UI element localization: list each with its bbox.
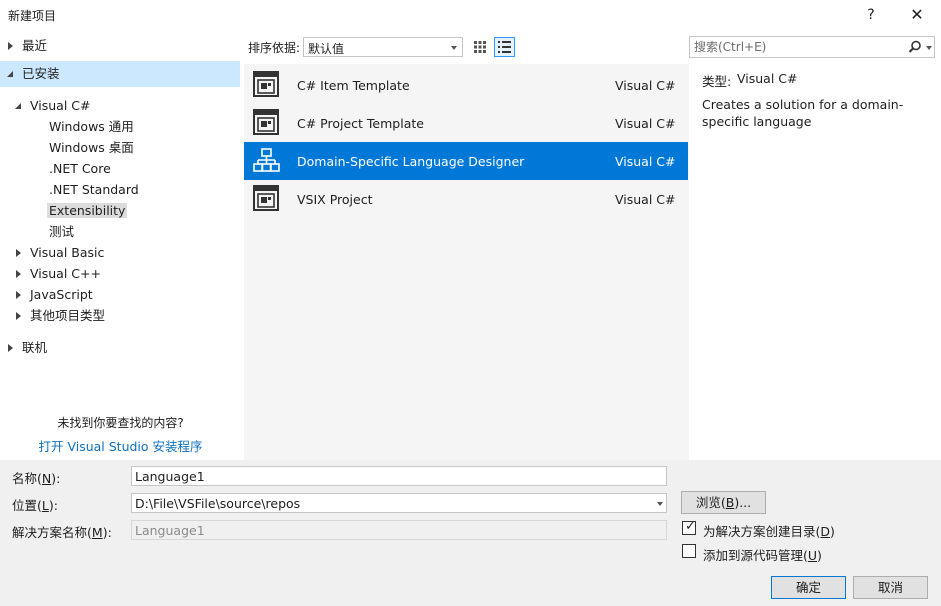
tree-item-windows-desktop[interactable]: Windows 桌面 <box>49 137 134 158</box>
tree-item-label: Windows 通用 <box>49 119 134 134</box>
tree-item-visual-cpp[interactable]: Visual C++ <box>14 263 101 284</box>
chevron-down-icon[interactable] <box>657 502 663 506</box>
template-row-project-template[interactable]: C# Project Template Visual C# <box>244 104 688 142</box>
tree-item-label: .NET Standard <box>49 182 139 197</box>
template-language: Visual C# <box>615 116 676 131</box>
list-view-icon <box>498 41 511 53</box>
template-row-item-template[interactable]: C# Item Template Visual C# <box>244 66 688 104</box>
dialog-title: 新建项目 <box>8 9 57 23</box>
template-tree: 最近 已安装 Visual C# Windows 通用 Windows 桌面 .… <box>0 30 241 460</box>
type-value: Visual C# <box>737 71 798 86</box>
type-label: 类型: <box>702 74 732 89</box>
tree-item-recent[interactable]: 最近 <box>6 35 47 56</box>
tree-item-label: 联机 <box>22 340 48 355</box>
tree-item-online[interactable]: 联机 <box>6 337 47 358</box>
tree-item-label: .NET Core <box>49 161 111 176</box>
list-view-button[interactable] <box>494 37 515 57</box>
checkmark-icon: ✓ <box>685 519 696 534</box>
add-source-control-label: 添加到源代码管理(U) <box>703 548 822 563</box>
tree-item-test[interactable]: 测试 <box>49 221 74 242</box>
chevron-down-icon[interactable] <box>926 46 932 50</box>
tree-item-visual-csharp[interactable]: Visual C# <box>14 95 91 116</box>
expand-arrow-icon[interactable] <box>14 284 24 305</box>
sort-dropdown[interactable]: 默认值 <box>303 37 463 57</box>
search-input[interactable] <box>694 39 894 55</box>
solution-name-label: 解决方案名称(M): <box>12 525 112 540</box>
search-icon[interactable] <box>908 40 922 54</box>
sort-label: 排序依据: <box>248 41 301 55</box>
chevron-down-icon <box>451 46 457 50</box>
add-source-control-checkbox[interactable] <box>682 544 696 558</box>
expand-arrow-icon[interactable] <box>14 263 24 284</box>
tree-item-windows-universal[interactable]: Windows 通用 <box>49 116 134 137</box>
expand-arrow-icon[interactable] <box>6 337 16 358</box>
template-icon <box>253 109 279 135</box>
tree-item-label: 最近 <box>22 38 48 53</box>
location-input[interactable] <box>131 493 667 513</box>
tree-item-other-project-types[interactable]: 其他项目类型 <box>14 305 105 326</box>
tree-item-label: Visual C# <box>30 98 91 113</box>
not-found-text: 未找到你要查找的内容? <box>57 416 184 430</box>
template-language: Visual C# <box>615 78 676 93</box>
tree-item-label: 测试 <box>49 224 75 239</box>
search-box <box>689 36 935 58</box>
help-button[interactable]: ? <box>858 4 884 26</box>
tree-item-label: Extensibility <box>47 203 128 218</box>
name-label: 名称(N): <box>12 471 61 486</box>
create-directory-label: 为解决方案创建目录(D) <box>703 524 835 539</box>
close-button[interactable]: ✕ <box>904 4 930 26</box>
template-row-dsl-designer[interactable]: Domain-Specific Language Designer Visual… <box>244 142 688 180</box>
small-icons-view-button[interactable] <box>470 37 490 57</box>
ok-button[interactable]: 确定 <box>771 576 846 599</box>
template-row-vsix-project[interactable]: VSIX Project Visual C# <box>244 180 688 218</box>
tree-item-net-standard[interactable]: .NET Standard <box>49 179 139 200</box>
solution-name-input <box>131 520 667 540</box>
title-bar <box>0 0 941 30</box>
template-name: C# Project Template <box>297 116 424 131</box>
template-description: Creates a solution for a domain-specific… <box>702 97 904 129</box>
tree-item-label: Windows 桌面 <box>49 140 134 155</box>
tree-item-installed[interactable]: 已安装 <box>6 63 60 84</box>
grid-view-icon <box>474 41 486 53</box>
expand-arrow-icon[interactable] <box>14 242 24 263</box>
template-name: C# Item Template <box>297 78 410 93</box>
create-directory-checkbox[interactable]: ✓ <box>682 519 696 535</box>
expand-arrow-icon[interactable] <box>6 35 16 56</box>
tree-item-javascript[interactable]: JavaScript <box>14 284 93 305</box>
tree-item-label: 已安装 <box>22 66 60 81</box>
cancel-button[interactable]: 取消 <box>853 576 928 599</box>
tree-item-net-core[interactable]: .NET Core <box>49 158 111 179</box>
project-name-input[interactable] <box>131 466 667 486</box>
tree-item-label: Visual C++ <box>30 266 101 281</box>
open-installer-link[interactable]: 打开 Visual Studio 安装程序 <box>0 436 241 455</box>
dsl-hierarchy-icon <box>253 148 280 172</box>
tree-item-extensibility[interactable]: Extensibility <box>47 200 128 221</box>
template-name: VSIX Project <box>297 192 373 207</box>
template-list: C# Item Template Visual C# C# Project Te… <box>244 64 689 460</box>
tree-item-visual-basic[interactable]: Visual Basic <box>14 242 104 263</box>
expand-arrow-icon[interactable] <box>14 305 24 326</box>
template-icon <box>253 71 279 97</box>
location-label: 位置(L): <box>12 498 58 513</box>
tree-item-label: Visual Basic <box>30 245 105 260</box>
template-name: Domain-Specific Language Designer <box>297 154 525 169</box>
sort-value: 默认值 <box>308 42 345 56</box>
browse-button[interactable]: 浏览(B)... <box>681 491 766 514</box>
template-language: Visual C# <box>615 154 676 169</box>
template-icon <box>253 185 279 211</box>
tree-item-label: JavaScript <box>30 287 93 302</box>
tree-item-label: 其他项目类型 <box>30 308 106 323</box>
collapse-arrow-icon[interactable] <box>6 63 16 84</box>
collapse-arrow-icon[interactable] <box>14 95 24 116</box>
template-language: Visual C# <box>615 192 676 207</box>
